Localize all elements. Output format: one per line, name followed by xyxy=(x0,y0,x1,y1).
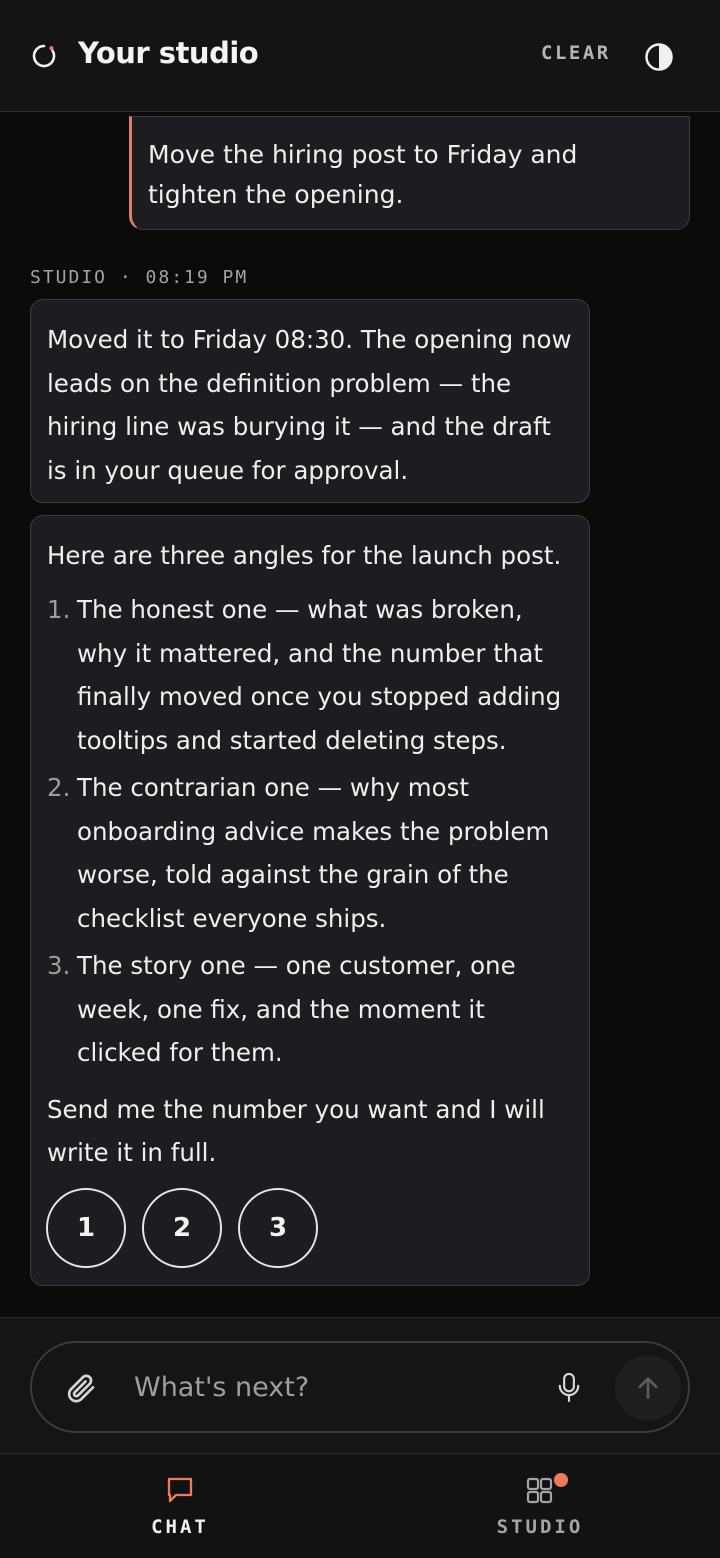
paperclip-icon[interactable] xyxy=(64,1371,98,1405)
list-number: 3. xyxy=(47,951,71,980)
assistant-message: Moved it to Friday 08:30. The opening no… xyxy=(30,299,590,503)
assistant-message-options: Here are three angles for the launch pos… xyxy=(30,515,590,1286)
contrast-icon[interactable] xyxy=(644,42,674,72)
options-outro: Send me the number you want and I will w… xyxy=(47,1095,545,1167)
options-list: 1. The honest one — what was broken, why… xyxy=(47,588,577,1079)
choice-button-3[interactable]: 3 xyxy=(238,1188,318,1268)
arrow-up-icon xyxy=(638,1377,658,1399)
composer-bar xyxy=(0,1317,720,1454)
clear-button[interactable]: CLEAR xyxy=(541,42,611,64)
bottom-nav: CHAT STUDIO xyxy=(0,1454,720,1558)
list-text: The story one — one customer, one week, … xyxy=(77,951,516,1067)
tab-chat[interactable]: CHAT xyxy=(0,1454,360,1558)
message-input[interactable] xyxy=(134,1365,534,1409)
tab-chat-label: CHAT xyxy=(151,1516,209,1538)
chat-bubble-icon xyxy=(167,1477,193,1503)
user-message: Move the hiring post to Friday and tight… xyxy=(129,116,690,230)
list-number: 1. xyxy=(47,595,71,624)
list-number: 2. xyxy=(47,773,71,802)
loading-ring-icon xyxy=(32,44,56,68)
choice-button-2[interactable]: 2 xyxy=(142,1188,222,1268)
tab-studio[interactable]: STUDIO xyxy=(360,1454,720,1558)
choice-button-1[interactable]: 1 xyxy=(46,1188,126,1268)
options-intro: Here are three angles for the launch pos… xyxy=(47,541,562,570)
app-root: Your studio CLEAR Move the hiring post t… xyxy=(0,0,720,1558)
list-item: 2. The contrarian one — why most onboard… xyxy=(47,766,577,940)
list-item: 1. The honest one — what was broken, why… xyxy=(47,588,577,762)
chat-thread[interactable]: Move the hiring post to Friday and tight… xyxy=(0,112,720,1317)
send-button[interactable] xyxy=(615,1355,681,1421)
grid-icon xyxy=(526,1477,553,1504)
microphone-icon[interactable] xyxy=(556,1369,582,1407)
app-header: Your studio CLEAR xyxy=(0,0,720,112)
list-text: The contrarian one — why most onboarding… xyxy=(77,773,550,933)
notification-dot xyxy=(554,1473,568,1487)
list-item: 3. The story one — one customer, one wee… xyxy=(47,944,577,1075)
list-text: The honest one — what was broken, why it… xyxy=(77,595,562,755)
tab-studio-label: STUDIO xyxy=(496,1516,584,1538)
app-title: Your studio xyxy=(78,36,259,70)
message-meta: STUDIO · 08:19 PM xyxy=(30,267,249,288)
composer xyxy=(30,1341,690,1433)
